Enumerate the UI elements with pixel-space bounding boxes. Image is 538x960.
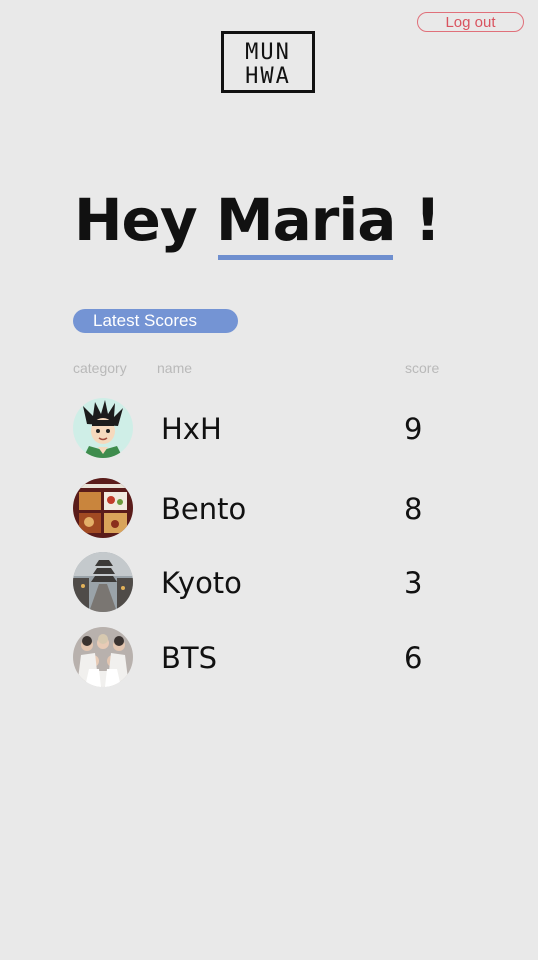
latest-scores-badge: Latest Scores — [73, 309, 238, 333]
hxh-avatar-icon[interactable] — [73, 398, 133, 458]
greeting-prefix: Hey — [74, 186, 198, 254]
logo-line-1: MUN — [245, 40, 291, 65]
score-row-hxh[interactable]: HxH 9 — [73, 398, 473, 458]
score-row-bts[interactable]: BTS 6 — [73, 627, 473, 687]
row-name: BTS — [161, 641, 218, 675]
row-score: 3 — [404, 566, 423, 600]
row-score: 8 — [404, 492, 423, 526]
munhwa-logo[interactable]: MUN HWA — [221, 31, 315, 93]
row-score: 6 — [404, 641, 423, 675]
score-row-bento[interactable]: Bento 8 — [73, 478, 473, 538]
column-header-score: score — [405, 360, 440, 376]
greeting-suffix: ! — [414, 186, 441, 254]
logo-line-2: HWA — [245, 64, 291, 87]
greeting-heading: Hey Maria ! — [74, 186, 441, 260]
logout-button[interactable]: Log out — [417, 12, 524, 32]
kyoto-avatar-icon[interactable] — [73, 552, 133, 612]
column-header-category: category — [73, 360, 127, 376]
user-name-underline — [217, 255, 394, 260]
bento-avatar-icon[interactable] — [73, 478, 133, 538]
row-name: Bento — [161, 492, 247, 526]
column-header-name: name — [157, 360, 193, 376]
row-score: 9 — [404, 412, 423, 446]
row-name: HxH — [161, 412, 222, 446]
score-row-kyoto[interactable]: Kyoto 3 — [73, 552, 473, 612]
user-name: Maria — [216, 186, 396, 260]
bts-avatar-icon[interactable] — [73, 627, 133, 687]
scores-page: Log out MUN HWA Hey Maria ! Latest Score… — [0, 0, 538, 960]
row-name: Kyoto — [161, 566, 242, 600]
